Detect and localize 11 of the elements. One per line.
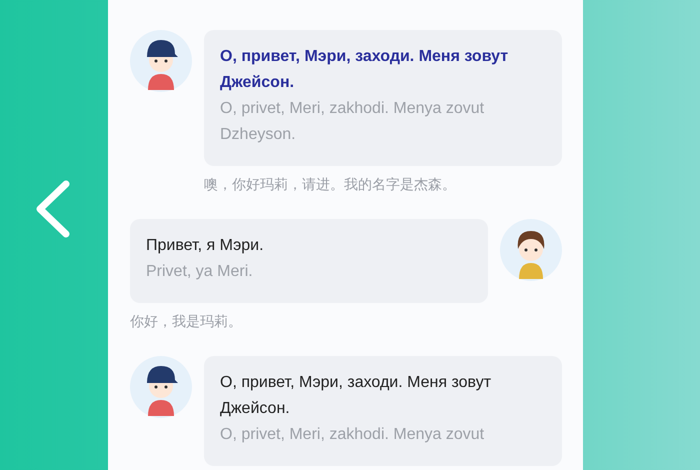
transliteration-text: O, privet, Meri, zakhodi. Menya zovut <box>220 425 486 445</box>
translation-text: 你好，我是玛莉。 <box>130 313 243 331</box>
message-text: Привет, я Мэри. <box>146 236 265 256</box>
translation-text: 噢，你好玛莉，请进。我的名字是杰森。 <box>203 176 457 194</box>
transliteration-text: Privet, ya Meri. <box>146 262 254 282</box>
message-bubble[interactable]: О, привет, Мэри, заходи. Меня зовут Джейсон. O, privet, Meri, zakhodi. Menya zovut <box>204 356 562 466</box>
message-bubble[interactable]: О, привет, Мэри, заходи. Меня зовут Джейсон. O, privet, Meri, zakhodi. Menya zovut Dzheyson. <box>204 30 562 166</box>
message-text: О, привет, Мэри, заходи. Меня зовут Джейсон. <box>220 47 510 93</box>
message-bubble[interactable]: Привет, я Мэри. Privet, ya Meri. <box>130 219 488 303</box>
transliteration-text: O, privet, Meri, zakhodi. Menya zovut Dzheyson. <box>220 99 486 145</box>
message-text: О, привет, Мэри, заходи. Меня зовут Джейсон. <box>220 373 492 419</box>
